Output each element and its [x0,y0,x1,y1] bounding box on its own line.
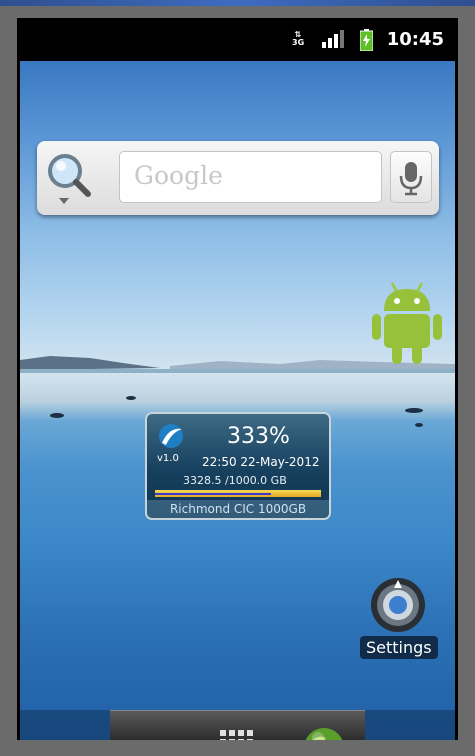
google-search-widget[interactable]: Google [37,141,439,215]
dock-left-panel [20,710,110,740]
usage-datetime: 22:50 22-May-2012 [202,455,320,469]
data-usage-widget[interactable]: v1.0 333% 22:50 22-May-2012 3328.5 /1000… [145,412,331,520]
rock [50,413,64,418]
browser-globe-icon[interactable] [300,724,348,740]
magnifier-icon[interactable] [45,151,95,207]
isp-logo-icon [159,424,183,448]
usage-percent: 333% [227,424,290,449]
settings-label[interactable]: Settings [360,636,438,659]
rock [126,396,136,400]
usage-progress-marker [155,493,272,495]
android-robot-icon[interactable] [370,279,444,367]
battery-charging-icon [360,29,373,51]
usage-amount: 3328.5 /1000.0 GB [183,474,287,487]
usage-progress-bar [155,490,321,497]
rock [415,423,423,427]
phone-icon[interactable] [126,721,182,740]
status-time: 10:45 [386,29,444,50]
microphone-icon [399,162,423,196]
window-top-band [0,0,475,6]
settings-shortcut[interactable]: Settings [360,572,440,662]
widget-version: v1.0 [157,453,179,464]
dock-right-panel [365,710,455,740]
status-bar[interactable]: ⇅ 3G 10:45 [17,18,458,61]
search-input[interactable]: Google [119,151,382,203]
rock [405,408,423,413]
signal-strength-icon [322,30,344,48]
right-screen-indicator[interactable]: •• [404,737,425,740]
app-drawer-grid-icon[interactable] [218,728,258,740]
voice-search-button[interactable] [390,151,432,203]
home-wallpaper: Google v1.0 333% 22:50 22-May-2012 3328.… [20,61,455,740]
plan-name: Richmond CIC 1000GB [147,500,329,518]
3g-data-icon: ⇅ 3G [292,30,305,47]
dock-bar [110,710,365,740]
phone-screen: ⇅ 3G 10:45 Google v1.0 333% 22:50 22-May… [17,18,458,740]
left-screen-indicator[interactable]: •• [48,737,69,740]
settings-knob-icon[interactable] [360,572,440,634]
